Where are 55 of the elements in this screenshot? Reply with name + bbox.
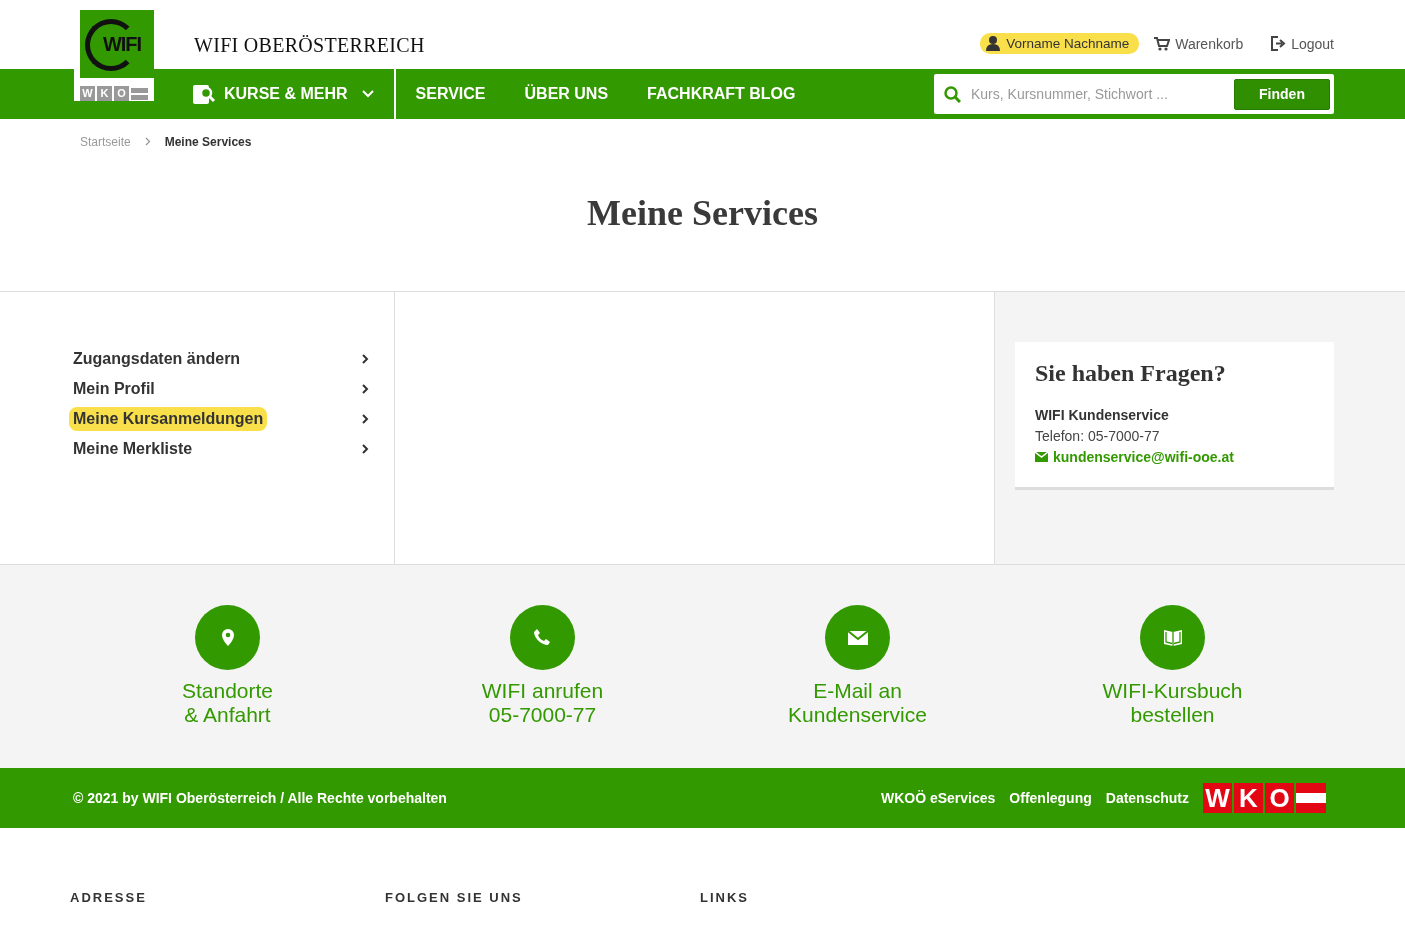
email-link[interactable]: kundenservice@wifi-ooe.at	[1053, 449, 1234, 465]
footer-link[interactable]: Datenschutz	[1105, 790, 1189, 806]
quick-link[interactable]: Standorte & Anfahrt	[181, 679, 274, 727]
logout-link[interactable]: Logout	[1271, 35, 1334, 52]
logo-letter: W	[80, 86, 95, 101]
site-title: WIFI OBERÖSTERREICH	[194, 34, 425, 58]
footer-heading: FOLGEN SIE UNS	[385, 890, 524, 907]
page-title: Meine Services	[586, 192, 819, 235]
logo-text: WIFI	[102, 32, 142, 56]
pin-icon	[220, 629, 235, 646]
sidebar-item[interactable]: Zugangsdaten ändern	[69, 347, 245, 371]
search-field[interactable]: Kurs, Kursnummer, Stichwort ... Finden	[934, 74, 1334, 114]
user-icon	[986, 36, 1001, 51]
chevron-right-icon	[362, 354, 369, 364]
cart-link[interactable]: Warenkorb	[1154, 35, 1244, 52]
logo-bars	[131, 86, 148, 101]
nav-link[interactable]: SERVICE	[415, 85, 486, 103]
book-search-icon	[192, 83, 216, 105]
chevron-down-icon	[361, 90, 374, 98]
quick-link[interactable]: E-Mail an Kundenservice	[788, 679, 927, 727]
contact-name: WIFI Kundenservice	[1035, 407, 1170, 423]
nav-link[interactable]: ÜBER UNS	[524, 85, 609, 103]
quick-link[interactable]: WIFI-Kursbuch bestellen	[1102, 679, 1243, 727]
logout-icon	[1271, 36, 1287, 51]
search-button[interactable]: Finden	[1234, 78, 1330, 110]
search-icon	[944, 85, 961, 103]
chevron-right-icon	[362, 444, 369, 454]
chevron-right-icon	[362, 384, 369, 394]
footer-heading: ADRESSE	[70, 890, 148, 907]
sidebar-item[interactable]: Mein Profil	[69, 377, 159, 401]
phone-icon	[533, 628, 552, 647]
footer-heading: LINKS	[700, 890, 750, 907]
breadcrumb-link[interactable]: Startseite	[80, 134, 131, 149]
chevron-right-icon	[362, 414, 369, 424]
footer-link[interactable]: Offenlegung	[1009, 790, 1092, 806]
footer-link[interactable]: WKOÖ eServices	[880, 790, 996, 806]
user-name-button[interactable]: Vorname Nachname	[980, 33, 1140, 54]
logo-letter: K	[97, 86, 112, 101]
sidebar-item[interactable]: Meine Kursanmeldungen	[69, 407, 268, 431]
nav-link[interactable]: FACHKRAFT BLOG	[647, 85, 796, 103]
cart-icon	[1154, 36, 1171, 51]
nav-menu-item[interactable]: KURSE & MEHR	[192, 69, 396, 119]
copyright-text: © 2021 by WIFI Oberösterreich / Alle Rechte vorbehalten	[73, 790, 447, 806]
breadcrumb-current: Meine Services	[164, 134, 252, 149]
wifi-logo[interactable]: WIFI W K O	[74, 10, 154, 101]
quick-link[interactable]: WIFI anrufen 05-7000-77	[481, 679, 604, 727]
chevron-right-icon	[144, 137, 151, 146]
book-icon	[1162, 628, 1183, 647]
mail-icon	[1035, 452, 1048, 462]
card-title: Sie haben Fragen?	[1035, 360, 1227, 387]
sidebar-item[interactable]: Meine Merkliste	[69, 437, 197, 461]
wko-logo[interactable]: W K O	[1203, 783, 1326, 813]
mail-icon	[847, 630, 868, 645]
logo-letter: O	[114, 86, 129, 101]
contact-phone: Telefon: 05-7000-77	[1035, 428, 1161, 444]
